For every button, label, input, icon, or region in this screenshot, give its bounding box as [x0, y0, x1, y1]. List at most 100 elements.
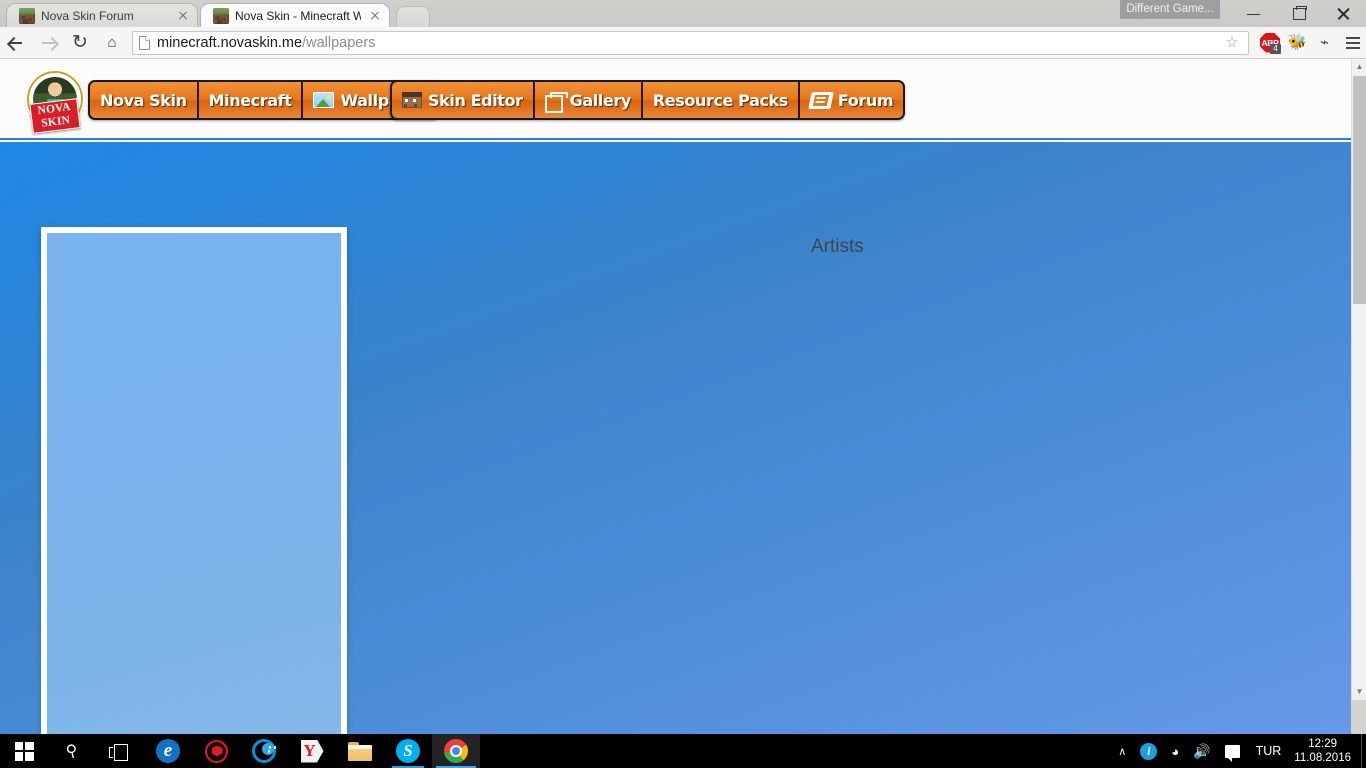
system-tray: ∧ i ◕ 🔊 TUR 12:29 11.08.2016 — [1111, 734, 1366, 768]
reload-button[interactable]: ↻ — [64, 27, 96, 59]
close-icon[interactable] — [367, 8, 383, 24]
nav-item-forum[interactable]: Forum — [800, 82, 903, 118]
task-view-icon — [109, 743, 131, 761]
language-indicator[interactable]: TUR — [1247, 734, 1291, 768]
forward-button[interactable] — [32, 27, 64, 59]
scrollbar-thumb[interactable] — [1353, 76, 1366, 304]
nav-label: Nova Skin — [100, 90, 187, 110]
new-tab-button[interactable] — [396, 6, 430, 27]
show-desktop-button[interactable] — [1361, 734, 1366, 768]
tray-info-button[interactable]: i — [1133, 734, 1164, 768]
nav-label: Skin Editor — [428, 90, 523, 110]
window-controls — [1231, 0, 1366, 27]
url-domain: minecraft.novaskin.me — [157, 34, 303, 51]
antivirus-shield-icon — [204, 739, 228, 763]
site-nav-group-secondary: Skin Editor Gallery Resource Packs Forum — [390, 80, 906, 120]
edge-button[interactable]: e — [144, 734, 192, 768]
window-close-button[interactable] — [1321, 0, 1366, 27]
nav-item-minecraft[interactable]: Minecraft — [199, 82, 304, 118]
nav-label: Minecraft — [208, 90, 292, 110]
menu-line — [1346, 36, 1360, 39]
wallpaper-placeholder — [47, 233, 341, 734]
site-header: NOVA SKIN Nova Skin Minecraft Wallpaper — [0, 59, 1351, 168]
menu-line — [1346, 41, 1360, 44]
logo-tile — [14, 752, 23, 761]
yandex-button[interactable]: Y — [288, 734, 336, 768]
minimize-button[interactable] — [1231, 0, 1276, 27]
tab-title: Nova Skin Forum — [41, 8, 134, 23]
minecraft-block-icon — [19, 7, 35, 24]
sports-extension-icon[interactable]: ⌁ — [1311, 27, 1338, 59]
hamburger-menu-icon[interactable] — [1338, 27, 1366, 59]
page-content-area: Artists — [0, 142, 1351, 734]
abp-count-badge: 4 — [1270, 43, 1281, 54]
back-button[interactable] — [0, 27, 32, 59]
arrow-right-icon — [41, 37, 55, 49]
ccleaner-icon — [252, 739, 276, 763]
menu-line — [1346, 46, 1360, 49]
clock[interactable]: 12:29 11.08.2016 — [1290, 737, 1361, 765]
nav-item-nova-skin[interactable]: Nova Skin — [90, 82, 199, 118]
browser-toolbar: ↻ ⌂ minecraft.novaskin.me/wallpapers ☆ A… — [0, 27, 1366, 59]
network-button[interactable]: ◕ — [1164, 734, 1186, 768]
minecraft-block-icon — [213, 7, 229, 24]
tab-strip: Nova Skin Forum Nova Skin - Minecraft Wa… — [0, 0, 1366, 27]
search-button[interactable]: ⚲ — [48, 734, 96, 768]
page-scrollbar[interactable]: ▲ ▼ — [1351, 59, 1366, 700]
browser-tab-1[interactable]: Nova Skin Forum — [6, 3, 198, 27]
tray-expand-icon[interactable]: ∧ — [1111, 734, 1133, 768]
antivirus-button[interactable] — [192, 734, 240, 768]
home-button[interactable]: ⌂ — [96, 27, 128, 59]
wifi-icon: ◕ — [1171, 743, 1180, 759]
skype-button[interactable]: S — [384, 734, 432, 768]
file-explorer-button[interactable] — [336, 734, 384, 768]
close-icon[interactable] — [175, 8, 191, 24]
nav-item-resource-packs[interactable]: Resource Packs — [643, 82, 800, 118]
action-center-button[interactable] — [1218, 734, 1247, 768]
action-center-icon — [1224, 744, 1240, 762]
page-viewport: NOVA SKIN Nova Skin Minecraft Wallpaper — [0, 59, 1351, 734]
windows-taskbar: ⚲ e Y S ∧ i ◕ 🔊 TUR 12:29 11.08.2016 — [0, 734, 1366, 768]
volume-icon: 🔊 — [1193, 742, 1211, 759]
adblock-plus-icon[interactable]: ABP 4 — [1257, 27, 1284, 59]
windows-logo-icon — [14, 741, 34, 761]
nav-item-skin-editor[interactable]: Skin Editor — [392, 82, 535, 118]
logo-tile — [25, 741, 34, 750]
yandex-icon: Y — [300, 739, 324, 763]
skype-icon: S — [396, 739, 420, 763]
nova-skin-logo[interactable]: NOVA SKIN — [27, 65, 83, 137]
nav-label: Resource Packs — [652, 90, 788, 110]
browser-tab-2[interactable]: Nova Skin - Minecraft Wal — [200, 3, 390, 27]
logo-banner: NOVA SKIN — [29, 98, 81, 134]
bee-extension-icon[interactable]: 🐝 — [1284, 27, 1311, 59]
clock-time: 12:29 — [1308, 738, 1338, 750]
clock-date: 11.08.2016 — [1294, 752, 1351, 764]
site-nav-group-primary: Nova Skin Minecraft Wallpaper — [88, 80, 441, 120]
bee-glyph: 🐝 — [1288, 33, 1307, 51]
maximize-button[interactable] — [1276, 0, 1321, 27]
edge-icon: e — [156, 739, 180, 763]
scroll-down-arrow-icon[interactable]: ▼ — [1352, 684, 1366, 700]
url-path: /wallpapers — [302, 34, 376, 51]
chrome-browser-window: Nova Skin Forum Nova Skin - Minecraft Wa… — [0, 0, 1366, 734]
bookmark-star-icon[interactable]: ☆ — [1222, 31, 1242, 55]
tab-title: Nova Skin - Minecraft Wal — [235, 8, 361, 23]
artists-heading: Artists — [811, 236, 864, 257]
arrow-left-icon — [9, 37, 23, 49]
volume-button[interactable]: 🔊 — [1186, 734, 1217, 768]
ccleaner-button[interactable] — [240, 734, 288, 768]
forum-icon — [808, 91, 834, 109]
chrome-button[interactable] — [432, 734, 480, 768]
task-view-button[interactable] — [96, 734, 144, 768]
url-text: minecraft.novaskin.me/wallpapers — [157, 35, 375, 51]
steve-face-icon — [402, 92, 422, 108]
start-button[interactable] — [0, 734, 48, 768]
scroll-up-arrow-icon[interactable]: ▲ — [1352, 59, 1366, 75]
search-icon: ⚲ — [64, 741, 80, 762]
chrome-icon — [444, 739, 468, 763]
nav-item-gallery[interactable]: Gallery — [535, 82, 643, 118]
gallery-icon — [544, 91, 568, 113]
wallpaper-card[interactable] — [41, 227, 347, 734]
address-bar[interactable]: minecraft.novaskin.me/wallpapers ☆ — [132, 30, 1249, 55]
window-tooltip: Different Game... — [1120, 0, 1220, 19]
